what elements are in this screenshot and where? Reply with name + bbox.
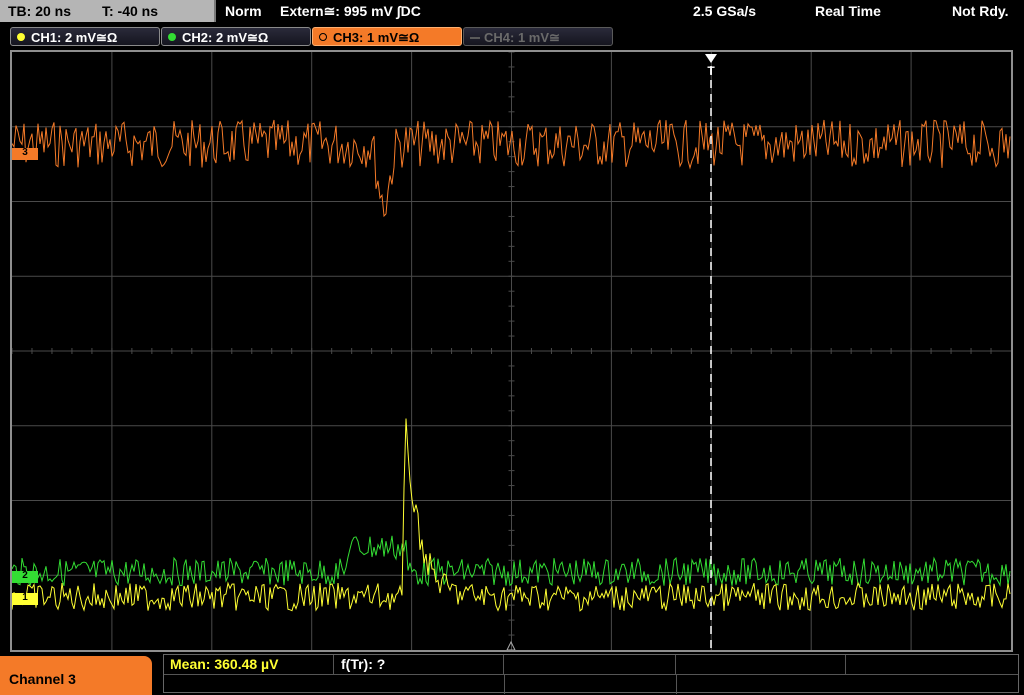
channel-1-tab[interactable]: CH1: 2 mV≅Ω <box>10 27 160 46</box>
channel-4-tab[interactable]: CH4: 1 mV≅ <box>463 27 613 46</box>
active-channel-panel[interactable]: Channel 3 <box>0 656 152 695</box>
channel-4-indicator-icon <box>470 37 480 39</box>
waveform-display[interactable]: 3 2 1 T <box>10 50 1013 652</box>
trigger-offset-value[interactable]: T: -40 ns <box>102 0 158 22</box>
measurement-cell-4[interactable] <box>676 655 846 674</box>
waveform-canvas <box>12 52 1011 650</box>
measurement-divider <box>164 674 1018 675</box>
measurement-panel: Mean: 360.48 µV f(Tr): ? <box>163 654 1019 694</box>
channel-1-offset-marker[interactable]: 1 <box>12 593 38 605</box>
channel-4-label: CH4: 1 mV≅ <box>484 30 560 45</box>
trigger-source[interactable]: Extern≅: 995 mV ∫DC <box>280 3 421 20</box>
timebase-value[interactable]: TB: 20 ns <box>8 0 71 22</box>
measurement-cell-3[interactable] <box>504 655 676 674</box>
timebase-box[interactable]: TB: 20 ns T: -40 ns <box>0 0 216 22</box>
channel-2-tab[interactable]: CH2: 2 mV≅Ω <box>161 27 311 46</box>
run-status: Not Rdy. <box>952 3 1009 19</box>
top-status-bar: TB: 20 ns T: -40 ns Norm Extern≅: 995 mV… <box>0 0 1024 24</box>
channel-3-indicator-icon <box>319 33 327 41</box>
channel-2-label: CH2: 2 mV≅Ω <box>182 30 269 45</box>
channel-1-indicator-icon <box>17 33 25 41</box>
channel-tabs: CH1: 2 mV≅Ω CH2: 2 mV≅Ω CH3: 1 mV≅Ω CH4:… <box>0 25 1024 49</box>
channel-2-indicator-icon <box>168 33 176 41</box>
channel-3-label: CH3: 1 mV≅Ω <box>333 30 420 45</box>
trigger-arrow-icon <box>705 54 717 63</box>
frequency-measurement: f(Tr): ? <box>341 656 386 672</box>
sample-rate[interactable]: 2.5 GSa/s <box>693 3 756 19</box>
graticule <box>12 52 1011 650</box>
bottom-bar: Channel 3 Mean: 360.48 µV f(Tr): ? <box>0 654 1024 695</box>
active-channel-label: Channel 3 <box>9 671 76 687</box>
channel-3-offset-marker[interactable]: 3 <box>12 148 38 160</box>
channel-1-label: CH1: 2 mV≅Ω <box>31 30 118 45</box>
acquisition-mode[interactable]: Real Time <box>815 3 881 19</box>
mean-measurement: Mean: 360.48 µV <box>170 656 279 672</box>
trigger-label[interactable]: T <box>705 64 717 78</box>
channel-2-offset-marker[interactable]: 2 <box>12 571 38 583</box>
trigger-mode[interactable]: Norm <box>225 3 262 19</box>
channel-3-tab[interactable]: CH3: 1 mV≅Ω <box>312 27 462 46</box>
